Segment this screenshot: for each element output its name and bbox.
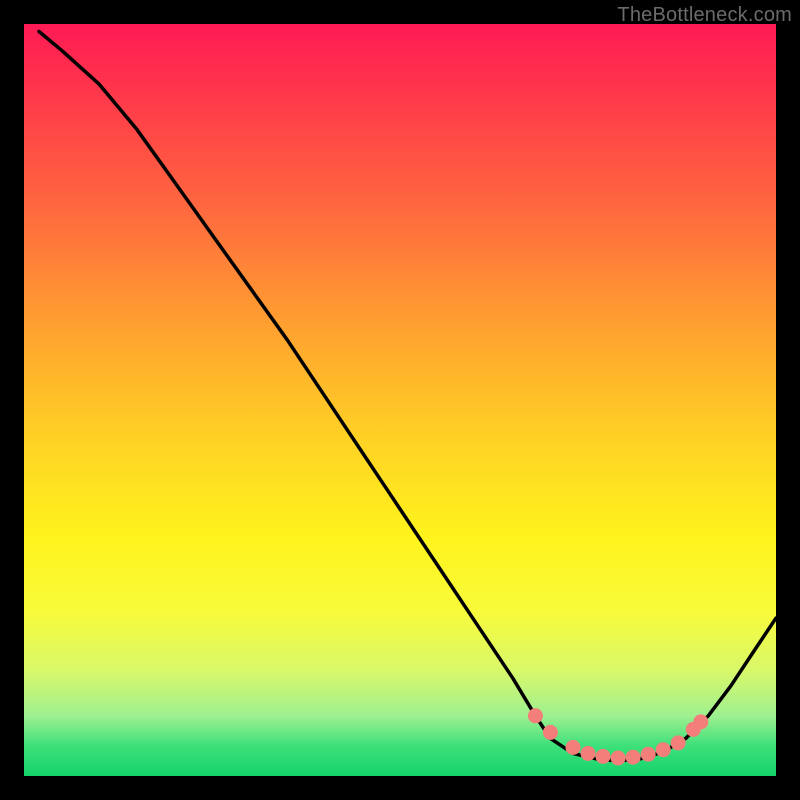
chart-frame: TheBottleneck.com (0, 0, 800, 800)
curve-marker (581, 746, 596, 761)
curve-marker (543, 725, 558, 740)
curve-marker (626, 750, 641, 765)
plot-area (24, 24, 776, 776)
curve-marker (671, 735, 686, 750)
curve-marker (693, 714, 708, 729)
curve-marker (611, 751, 626, 766)
curve-markers (528, 708, 708, 765)
curve-layer (24, 24, 776, 776)
watermark-label: TheBottleneck.com (617, 4, 792, 27)
curve-marker (596, 749, 611, 764)
curve-marker (566, 740, 581, 755)
curve-marker (528, 708, 543, 723)
curve-marker (656, 742, 671, 757)
curve-marker (641, 747, 656, 762)
bottleneck-curve (39, 32, 776, 762)
